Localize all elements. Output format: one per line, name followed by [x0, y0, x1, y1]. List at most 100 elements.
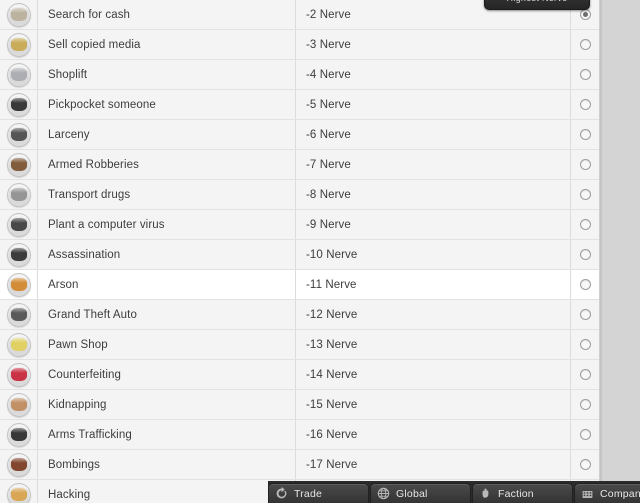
crime-select-cell[interactable] — [571, 150, 599, 179]
radio-unselected-icon[interactable] — [579, 279, 591, 290]
table-row[interactable]: Sell copied media -3 Nerve — [0, 30, 599, 60]
crime-name-cell: Plant a computer virus — [38, 210, 296, 239]
crime-name-label: Larceny — [48, 128, 90, 141]
radio-unselected-icon[interactable] — [579, 189, 591, 200]
radio-unselected-icon[interactable] — [579, 99, 591, 110]
crime-name-cell: Arms Trafficking — [38, 420, 296, 449]
transport-drugs-icon — [6, 182, 31, 207]
table-row[interactable]: Assassination -10 Nerve — [0, 240, 599, 270]
crime-nerve-cell: -3 Nerve — [296, 30, 571, 59]
tab-global[interactable]: Global — [370, 483, 471, 503]
bottom-tab-bar: Trade Global Faction Company — [268, 481, 640, 503]
crime-select-cell[interactable] — [571, 390, 599, 419]
tab-label: Trade — [294, 487, 323, 500]
tab-company[interactable]: Company — [574, 483, 640, 503]
crime-name-label: Transport drugs — [48, 188, 131, 201]
crime-nerve-cell: -16 Nerve — [296, 420, 571, 449]
crime-select-cell[interactable] — [571, 60, 599, 89]
crime-nerve-cell: -17 Nerve — [296, 450, 571, 479]
table-row[interactable]: Bombings -17 Nerve — [0, 450, 599, 480]
table-row[interactable]: Arms Trafficking -16 Nerve — [0, 420, 599, 450]
crime-name-label: Pawn Shop — [48, 338, 108, 351]
crime-name-cell: Pawn Shop — [38, 330, 296, 359]
table-row[interactable]: Pickpocket someone -5 Nerve — [0, 90, 599, 120]
crime-select-cell[interactable] — [571, 180, 599, 209]
assassination-icon — [6, 242, 31, 267]
crime-nerve-cell: -12 Nerve — [296, 300, 571, 329]
crime-select-cell[interactable] — [571, 330, 599, 359]
crime-name-label: Arson — [48, 278, 79, 291]
crime-select-cell[interactable] — [571, 30, 599, 59]
table-row[interactable]: Grand Theft Auto -12 Nerve — [0, 300, 599, 330]
crime-icon-cell — [0, 60, 38, 89]
crime-name-cell: Sell copied media — [38, 30, 296, 59]
radio-unselected-icon[interactable] — [579, 159, 591, 170]
radio-unselected-icon[interactable] — [579, 69, 591, 80]
crime-nerve-cell: -10 Nerve — [296, 240, 571, 269]
radio-unselected-icon[interactable] — [579, 219, 591, 230]
crime-select-cell[interactable] — [571, 450, 599, 479]
crimes-table: Search for cash -2 Nerve Sell copied media… — [0, 0, 600, 503]
crime-nerve-label: -12 Nerve — [306, 308, 358, 321]
crime-name-label: Grand Theft Auto — [48, 308, 137, 321]
crime-select-cell[interactable] — [571, 270, 599, 299]
crime-select-cell[interactable] — [571, 90, 599, 119]
radio-unselected-icon[interactable] — [579, 249, 591, 260]
crime-select-cell[interactable] — [571, 300, 599, 329]
table-row[interactable]: Pawn Shop -13 Nerve — [0, 330, 599, 360]
crime-name-cell: Pickpocket someone — [38, 90, 296, 119]
crime-name-label: Counterfeiting — [48, 368, 121, 381]
crime-nerve-label: -15 Nerve — [306, 398, 358, 411]
crime-select-cell[interactable] — [571, 210, 599, 239]
table-row[interactable]: Transport drugs -8 Nerve — [0, 180, 599, 210]
radio-unselected-icon[interactable] — [579, 429, 591, 440]
tab-faction[interactable]: Faction — [472, 483, 573, 503]
crime-nerve-cell: -13 Nerve — [296, 330, 571, 359]
crime-icon-cell — [0, 390, 38, 419]
tab-trade[interactable]: Trade — [268, 483, 369, 503]
kidnapping-icon — [6, 392, 31, 417]
tab-label: Global — [396, 487, 428, 500]
pickpocket-icon — [6, 92, 31, 117]
armed-robberies-icon — [6, 152, 31, 177]
crime-select-cell[interactable] — [571, 420, 599, 449]
crime-nerve-cell: -7 Nerve — [296, 150, 571, 179]
table-row[interactable]: Larceny -6 Nerve — [0, 120, 599, 150]
radio-unselected-icon[interactable] — [579, 339, 591, 350]
sell-copied-media-icon — [6, 32, 31, 57]
crime-name-label: Bombings — [48, 458, 100, 471]
computer-virus-icon — [6, 212, 31, 237]
crime-nerve-label: -11 Nerve — [306, 278, 357, 291]
crime-nerve-cell: -6 Nerve — [296, 120, 571, 149]
radio-unselected-icon[interactable] — [579, 309, 591, 320]
crime-select-cell[interactable] — [571, 360, 599, 389]
crime-select-cell[interactable] — [571, 240, 599, 269]
tab-label: Faction — [498, 487, 534, 500]
top-toggle-pill[interactable]: Highest Nerve — [484, 0, 590, 10]
crime-icon-cell — [0, 150, 38, 179]
crime-nerve-label: -2 Nerve — [306, 8, 351, 21]
table-row[interactable]: Armed Robberies -7 Nerve — [0, 150, 599, 180]
search-for-cash-icon — [6, 2, 31, 27]
grand-theft-auto-icon — [6, 302, 31, 327]
crime-name-cell: Armed Robberies — [38, 150, 296, 179]
crime-icon-cell — [0, 90, 38, 119]
radio-unselected-icon[interactable] — [579, 39, 591, 50]
table-row[interactable]: Shoplift -4 Nerve — [0, 60, 599, 90]
table-row[interactable]: Arson -11 Nerve — [0, 270, 599, 300]
radio-unselected-icon[interactable] — [579, 129, 591, 140]
table-row[interactable]: Plant a computer virus -9 Nerve — [0, 210, 599, 240]
crime-nerve-label: -8 Nerve — [306, 188, 351, 201]
radio-unselected-icon[interactable] — [579, 399, 591, 410]
crime-nerve-label: -9 Nerve — [306, 218, 351, 231]
table-row[interactable]: Counterfeiting -14 Nerve — [0, 360, 599, 390]
radio-unselected-icon[interactable] — [579, 369, 591, 380]
table-row[interactable]: Kidnapping -15 Nerve — [0, 390, 599, 420]
crime-select-cell[interactable] — [571, 120, 599, 149]
radio-selected-icon[interactable] — [579, 9, 591, 20]
crime-name-label: Pickpocket someone — [48, 98, 156, 111]
crime-name-cell: Larceny — [38, 120, 296, 149]
radio-unselected-icon[interactable] — [579, 459, 591, 470]
crime-icon-cell — [0, 30, 38, 59]
globe-icon — [377, 487, 390, 500]
